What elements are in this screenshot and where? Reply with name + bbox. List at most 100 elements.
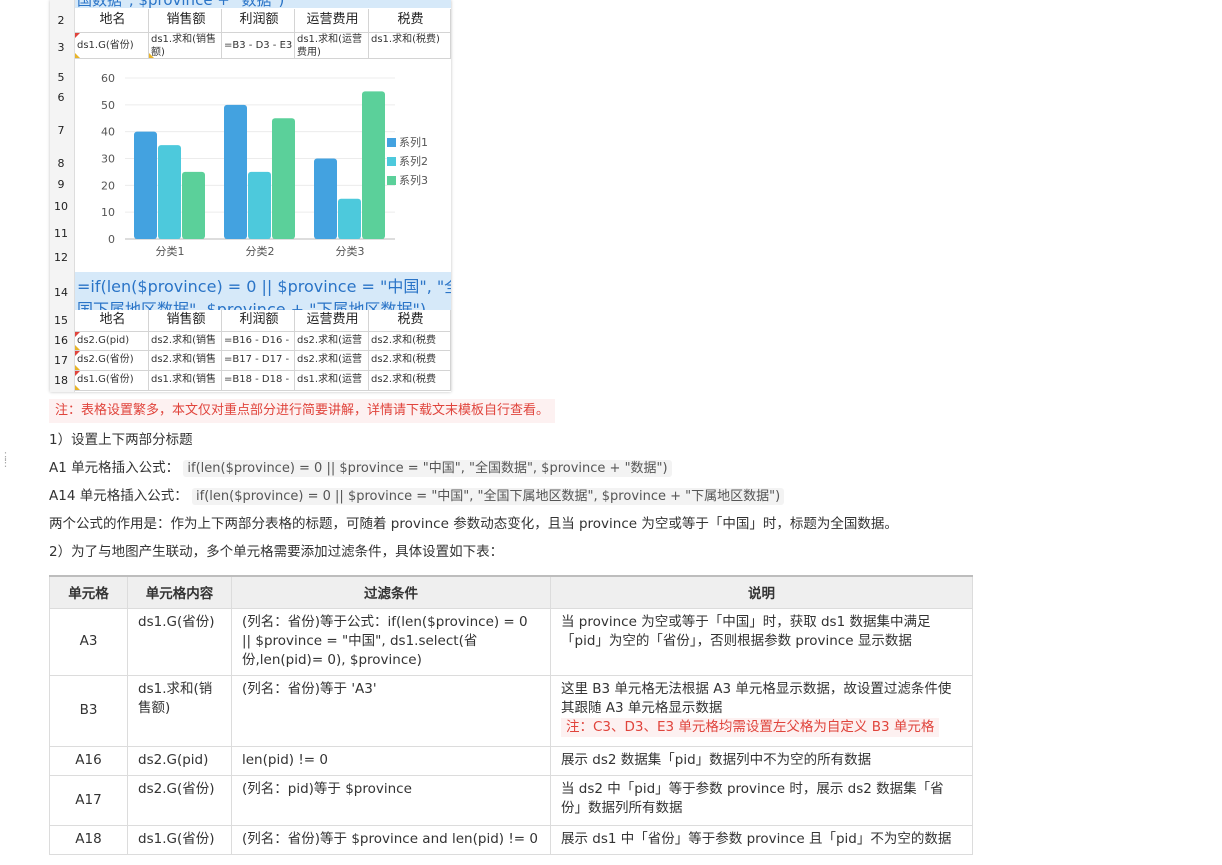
- header-cell[interactable]: 地名: [75, 310, 149, 332]
- cell-text: =B17 - D17 -: [224, 354, 290, 365]
- header-cell[interactable]: 销售额: [149, 9, 222, 33]
- header-cell[interactable]: 利润额: [222, 9, 295, 33]
- purpose-paragraph: 两个公式的作用是：作为上下两部分表格的标题，可随着 province 参数动态变…: [49, 516, 898, 532]
- bar: [158, 145, 181, 239]
- row-number: 17: [54, 354, 68, 367]
- cell-id: A16: [49, 745, 128, 776]
- row-number: 8: [57, 157, 65, 170]
- cell-d3[interactable]: ds1.求和(运营费用): [295, 33, 369, 59]
- header-cell[interactable]: 税费: [369, 310, 451, 332]
- cell-d16[interactable]: ds2.求和(运营: [295, 332, 369, 351]
- cell-e17[interactable]: ds2.求和(税费: [369, 351, 451, 371]
- cell-c3[interactable]: =B3 - D3 - E3: [222, 33, 295, 59]
- cell-a16[interactable]: ds2.G(pid): [75, 332, 149, 351]
- cell-c16[interactable]: =B16 - D16 -: [222, 332, 295, 351]
- row-number: 7: [57, 124, 65, 137]
- cell-c17[interactable]: =B17 - D17 -: [222, 351, 295, 371]
- cell-e3[interactable]: ds1.求和(税费): [369, 33, 451, 59]
- data-row-3: ds1.G(省份) ds1.求和(销售额) =B3 - D3 - E3 ds1.…: [75, 33, 451, 59]
- bar: [134, 131, 157, 239]
- cell-b17[interactable]: ds2.求和(销售: [149, 351, 222, 371]
- x-tick-label: 分类3: [336, 244, 365, 258]
- cell-desc: 这里 B3 单元格无法根据 A3 单元格显示数据，故设置过滤条件使其跟随 A3 …: [561, 680, 952, 716]
- cell-filter: (列名：省份)等于 $province and len(pid) != 0: [231, 824, 551, 855]
- cell-desc-note: 注：C3、D3、E3 单元格均需设置左父格为自定义 B3 单元格: [561, 717, 940, 737]
- cell-desc-wrapper: 这里 B3 单元格无法根据 A3 单元格显示数据，故设置过滤条件使其跟随 A3 …: [550, 674, 973, 747]
- title-band-a1[interactable]: 国数据", $province + "数据"): [75, 0, 451, 9]
- bar-chart: 0 10 20 30 40 50 60 分类1 分类2 分类3 系列1 系列2 系列3: [101, 72, 428, 258]
- bar: [362, 91, 385, 240]
- cell-c18[interactable]: =B18 - D18 -: [222, 371, 295, 391]
- cell-b3[interactable]: ds1.求和(销售额): [149, 33, 222, 59]
- cell-content: ds2.G(省份): [127, 774, 232, 826]
- legend-label: 系列2: [399, 154, 428, 168]
- table-row: A3 ds1.G(省份) (列名：省份)等于公式：if(len($provinc…: [49, 607, 973, 676]
- cell-e16[interactable]: ds2.求和(税费: [369, 332, 451, 351]
- cell-text: =B16 - D16 -: [224, 335, 290, 346]
- cell-filter: (列名：省份)等于公式：if(len($province) = 0 || $pr…: [231, 607, 551, 676]
- data-row-18: ds1.G(省份) ds1.求和(销售 =B18 - D18 - ds1.求和(…: [75, 371, 451, 391]
- a14-formula-paragraph: A14 单元格插入公式： if(len($province) = 0 || $p…: [49, 486, 785, 507]
- title-formula-a14-line2: 国下属地区数据", $province + "下属地区数据"): [77, 300, 427, 310]
- cell-e18[interactable]: ds2.求和(税费: [369, 371, 451, 391]
- a1-label: A1 单元格插入公式：: [49, 460, 180, 476]
- column-header: 过滤条件: [231, 575, 551, 609]
- title-band-a14[interactable]: =if(len($province) = 0 || $province = "中…: [75, 272, 451, 310]
- cell-content: ds1.G(省份): [127, 607, 232, 676]
- cell-id: A18: [49, 824, 128, 855]
- settings-note: 注：表格设置繁多，本文仅对重点部分进行简要讲解，详情请下载文末模板自行查看。: [49, 399, 556, 423]
- header-cell[interactable]: 销售额: [149, 310, 222, 332]
- filter-marker-icon: [149, 53, 154, 58]
- a1-formula-paragraph: A1 单元格插入公式： if(len($province) = 0 || $pr…: [49, 458, 672, 479]
- cell-a17[interactable]: ds2.G(省份): [75, 351, 149, 371]
- table-row: A17 ds2.G(省份) (列名：pid)等于 $province 当 ds2…: [49, 774, 973, 826]
- bar: [182, 171, 205, 239]
- section-1-title: 1）设置上下两部分标题: [49, 432, 193, 448]
- expand-marker-icon: [75, 351, 80, 356]
- cell-text: ds1.求和(销售: [151, 374, 216, 385]
- title-formula-a14-line1: =if(len($province) = 0 || $province = "中…: [77, 277, 451, 296]
- bar-chart-cell[interactable]: 0 10 20 30 40 50 60 分类1 分类2 分类3 系列1 系列2 系列3: [75, 66, 451, 270]
- filter-marker-icon: [75, 345, 80, 350]
- cell-desc: 当 province 为空或等于「中国」时，获取 ds1 数据集中满足「pid」…: [550, 607, 973, 676]
- legend-swatch: [387, 176, 396, 185]
- cell-text: =B3 - D3 - E3: [224, 40, 293, 51]
- row-number: 15: [54, 314, 68, 327]
- cell-id: A3: [49, 607, 128, 676]
- expand-marker-icon: [75, 332, 80, 337]
- header-cell[interactable]: 运营费用: [295, 9, 369, 33]
- cell-text: ds2.求和(税费: [371, 374, 436, 385]
- legend-swatch: [387, 157, 396, 166]
- y-tick-label: 10: [101, 206, 115, 219]
- cell-filter: (列名：省份)等于 'A3': [231, 674, 551, 747]
- cell-d17[interactable]: ds2.求和(运营: [295, 351, 369, 371]
- cell-b16[interactable]: ds2.求和(销售: [149, 332, 222, 351]
- cell-text: =B18 - D18 -: [224, 374, 290, 385]
- cell-d18[interactable]: ds1.求和(运营: [295, 371, 369, 391]
- header-cell[interactable]: 运营费用: [295, 310, 369, 332]
- cell-filter: (列名：pid)等于 $province: [231, 774, 551, 826]
- row-number: 6: [57, 91, 65, 104]
- bar: [272, 118, 295, 239]
- cell-text: ds1.求和(运营费用): [297, 34, 362, 58]
- row-number: 9: [57, 178, 65, 191]
- drag-handle-icon[interactable]: ⋮ ⋮: [0, 451, 11, 468]
- filter-settings-table: 单元格 单元格内容 过滤条件 说明 A3 ds1.G(省份) (列名：省份)等于…: [49, 575, 973, 855]
- header-cell[interactable]: 税费: [369, 9, 451, 33]
- cell-b18[interactable]: ds1.求和(销售: [149, 371, 222, 391]
- filter-marker-icon: [75, 53, 80, 58]
- row-number: 11: [54, 227, 68, 240]
- header-cell[interactable]: 地名: [75, 9, 149, 33]
- cell-text: ds1.G(省份): [77, 374, 134, 385]
- cell-text: ds2.G(省份): [77, 354, 134, 365]
- y-tick-label: 20: [101, 179, 115, 192]
- cell-a18[interactable]: ds1.G(省份): [75, 371, 149, 391]
- legend-swatch: [387, 138, 396, 147]
- header-cell[interactable]: 利润额: [222, 310, 295, 332]
- cell-a3[interactable]: ds1.G(省份): [75, 33, 149, 59]
- filter-marker-icon: [75, 365, 80, 370]
- section-2-title: 2）为了与地图产生联动，多个单元格需要添加过滤条件，具体设置如下表：: [49, 544, 504, 560]
- data-row-16: ds2.G(pid) ds2.求和(销售 =B16 - D16 - ds2.求和…: [75, 332, 451, 351]
- row-number: 5: [57, 71, 65, 84]
- y-tick-label: 40: [101, 126, 115, 139]
